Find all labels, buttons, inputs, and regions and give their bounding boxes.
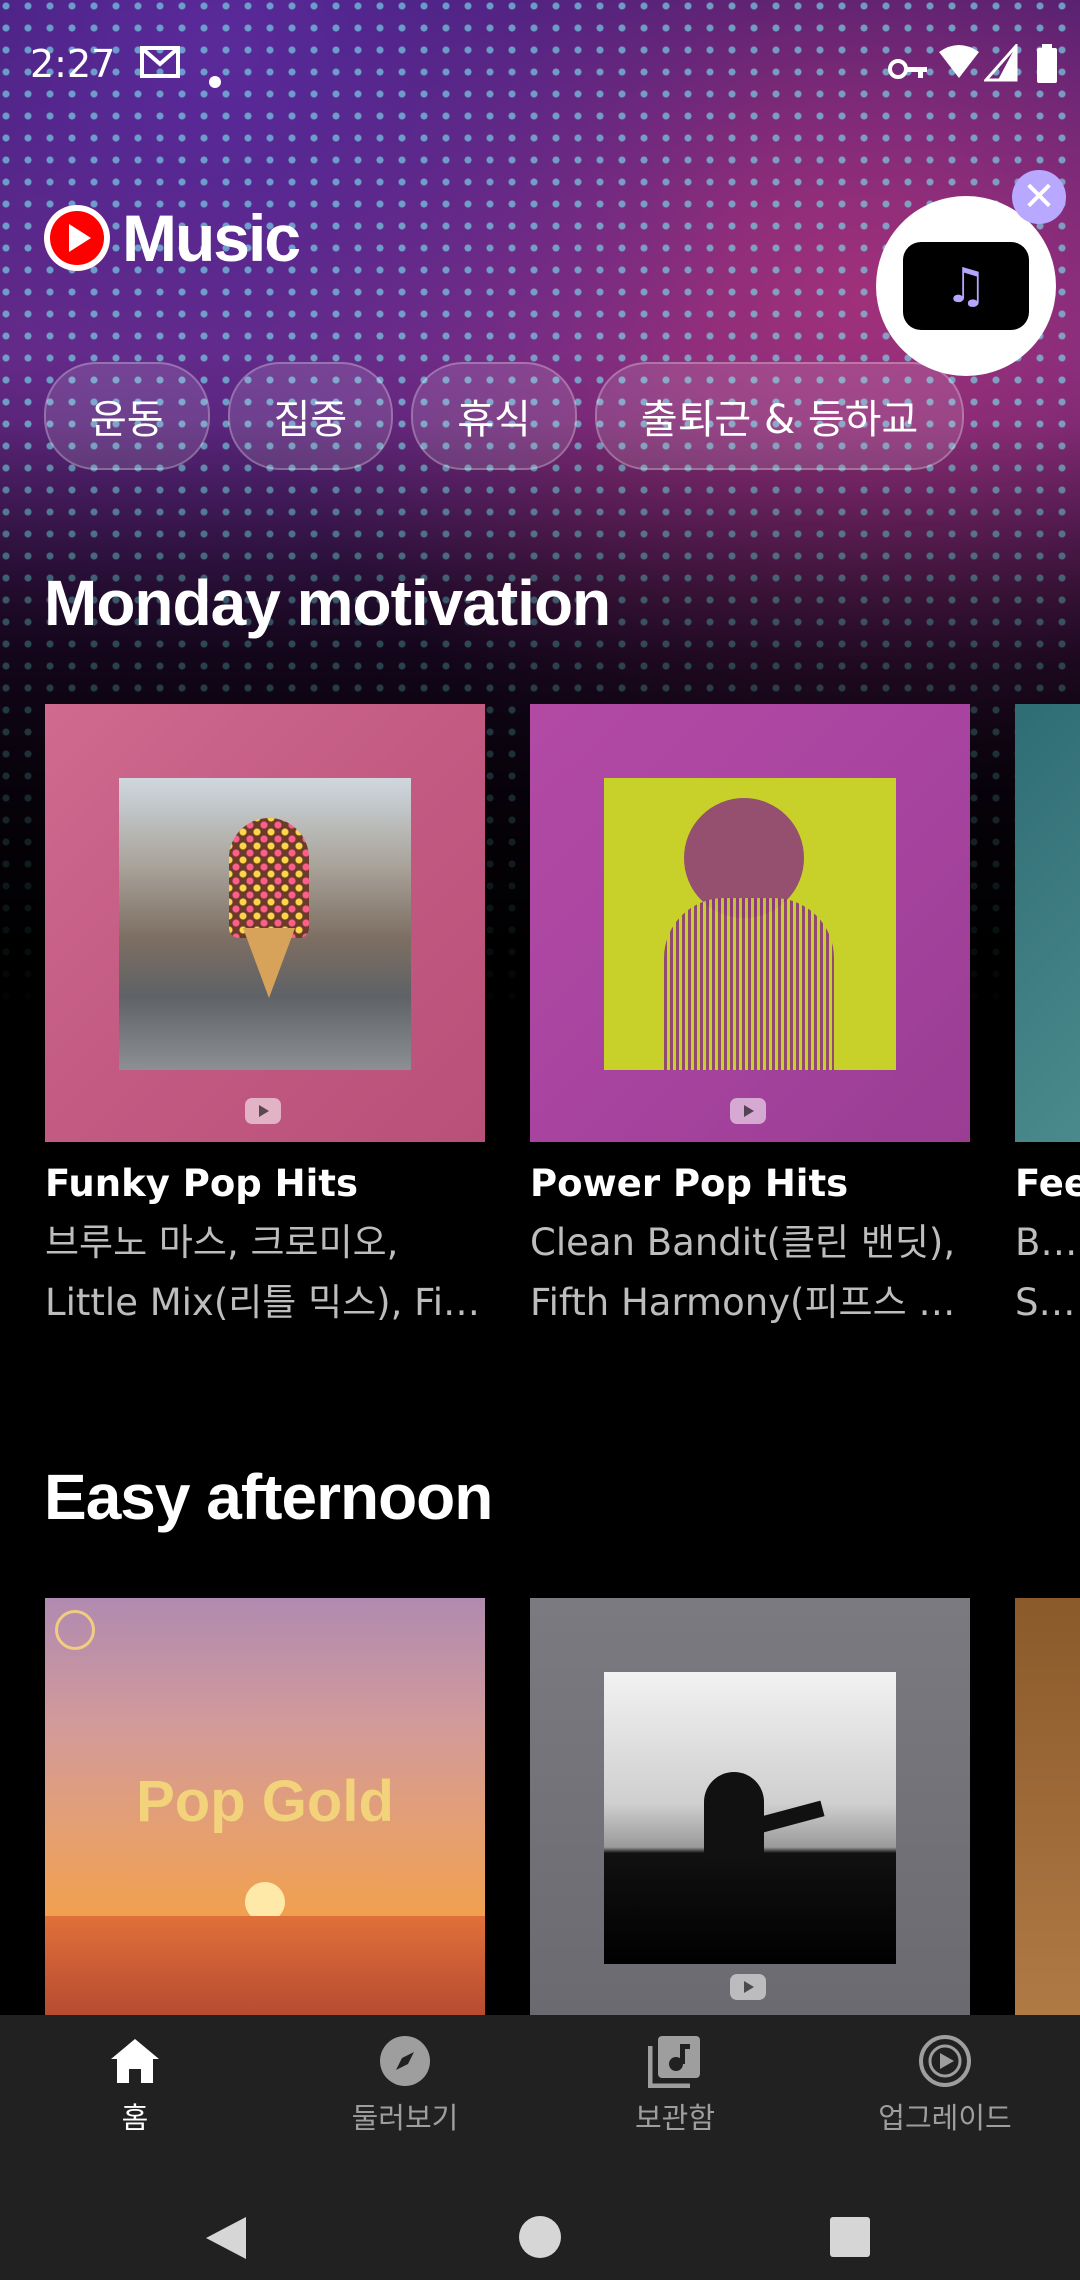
music-note-icon: ♫ bbox=[903, 242, 1029, 330]
recents-button[interactable] bbox=[828, 2215, 872, 2263]
library-icon bbox=[647, 2033, 703, 2089]
status-time: 2:27 bbox=[30, 42, 116, 86]
status-bar: 2:27 bbox=[0, 0, 1080, 140]
youtube-music-logo: Music bbox=[44, 200, 301, 276]
play-badge-icon bbox=[55, 1610, 95, 1650]
playlist-thumbnail bbox=[1015, 704, 1080, 1142]
nav-upgrade-label: 업그레이드 bbox=[878, 2101, 1012, 2135]
play-logo-icon bbox=[44, 205, 110, 271]
singer-photo bbox=[604, 778, 896, 1070]
chip-focus[interactable]: 집중 bbox=[227, 362, 394, 470]
mood-chips: 운동 집중 휴식 출퇴근 & 등하교 bbox=[44, 362, 965, 470]
back-icon bbox=[206, 2217, 246, 2259]
nav-explore-label: 둘러보기 bbox=[351, 2101, 459, 2135]
home-icon bbox=[107, 2033, 163, 2089]
upgrade-icon bbox=[917, 2033, 973, 2089]
nav-explore[interactable]: 둘러보기 bbox=[270, 2015, 540, 2155]
compass-icon bbox=[377, 2033, 433, 2089]
guitarist-photo bbox=[604, 1672, 896, 1964]
notification-dot-icon bbox=[208, 58, 222, 98]
card-artists-line1: Blac bbox=[1015, 1221, 1080, 1264]
nav-home-label: 홈 bbox=[121, 2101, 149, 2135]
card-title: Feel bbox=[1015, 1162, 1080, 1205]
card-artists-line2: Sug bbox=[1015, 1281, 1080, 1324]
card-artists-line2: Fifth Harmony(피프스 하... bbox=[530, 1281, 970, 1324]
playlist-thumbnail bbox=[45, 704, 485, 1142]
cell-signal-icon bbox=[982, 42, 1018, 91]
sea-shape bbox=[45, 1916, 485, 2018]
bottom-navigation: 홈 둘러보기 보관함 업그레이드 bbox=[0, 2015, 1080, 2155]
vpn-key-icon bbox=[888, 52, 928, 92]
bubble-close-button[interactable]: ✕ bbox=[1012, 170, 1066, 224]
ice-cream-photo bbox=[119, 778, 411, 1070]
battery-icon bbox=[1036, 44, 1058, 93]
chip-workout[interactable]: 운동 bbox=[44, 362, 210, 470]
nav-library[interactable]: 보관함 bbox=[540, 2015, 810, 2155]
nav-upgrade[interactable]: 업그레이드 bbox=[810, 2015, 1080, 2155]
pop-gold-overlay-text: Pop Gold bbox=[136, 1769, 394, 1834]
home-circle-icon bbox=[519, 2216, 561, 2258]
chip-relax[interactable]: 휴식 bbox=[411, 362, 577, 470]
playlist-card-partial-2[interactable] bbox=[1015, 1598, 1080, 2018]
nav-home[interactable]: 홈 bbox=[0, 2015, 270, 2155]
chip-commute[interactable]: 출퇴근 & 등하교 bbox=[594, 362, 965, 470]
card-title: Funky Pop Hits bbox=[45, 1162, 358, 1205]
playlist-card-guitar[interactable] bbox=[530, 1598, 970, 2018]
playlist-card-power-pop[interactable]: Power Pop Hits Clean Bandit(클린 밴딧), Fift… bbox=[530, 704, 970, 1333]
youtube-badge-icon bbox=[730, 1974, 766, 2000]
playlist-thumbnail bbox=[530, 1598, 970, 2018]
card-artists-line1: Clean Bandit(클린 밴딧), bbox=[530, 1221, 956, 1264]
playlist-thumbnail bbox=[530, 704, 970, 1142]
close-icon: ✕ bbox=[1022, 174, 1056, 220]
system-navigation-bar bbox=[0, 2155, 1080, 2280]
floating-music-bubble[interactable]: ♫ bbox=[876, 196, 1056, 376]
wifi-icon bbox=[938, 44, 980, 89]
logo-text: Music bbox=[122, 201, 301, 275]
gmail-notification-icon bbox=[140, 46, 180, 87]
section-title-monday: Monday motivation bbox=[44, 567, 611, 639]
youtube-badge-icon bbox=[245, 1098, 281, 1124]
section-title-easy-afternoon: Easy afternoon bbox=[44, 1461, 493, 1533]
recents-square-icon bbox=[830, 2217, 870, 2257]
card-artists-line2: Little Mix(리틀 믹스), Fift... bbox=[45, 1281, 485, 1324]
playlist-card-partial[interactable]: Feel Blac Sug bbox=[1015, 704, 1080, 1333]
home-system-button[interactable] bbox=[518, 2215, 562, 2263]
card-artists-line1: 브루노 마스, 크로미오, bbox=[45, 1221, 399, 1264]
back-button[interactable] bbox=[204, 2215, 248, 2265]
youtube-badge-icon bbox=[730, 1098, 766, 1124]
playlist-thumbnail bbox=[1015, 1598, 1080, 2018]
playlist-thumbnail: Pop Gold bbox=[45, 1598, 485, 2018]
card-title: Power Pop Hits bbox=[530, 1162, 849, 1205]
playlist-card-funky-pop[interactable]: Funky Pop Hits 브루노 마스, 크로미오, Little Mix(… bbox=[45, 704, 485, 1333]
playlist-card-pop-gold[interactable]: Pop Gold bbox=[45, 1598, 485, 2018]
nav-library-label: 보관함 bbox=[634, 2101, 716, 2135]
